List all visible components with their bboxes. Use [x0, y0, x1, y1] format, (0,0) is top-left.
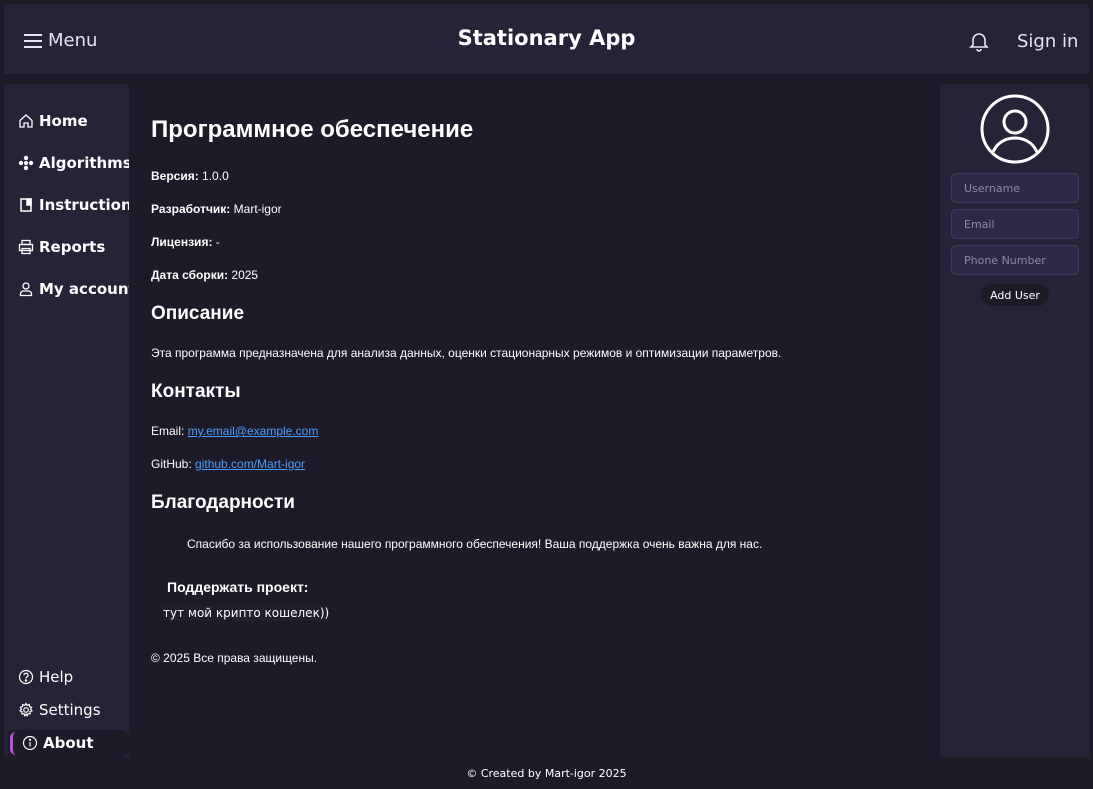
support-title: Поддержать проект:	[167, 579, 309, 595]
github-link[interactable]: github.com/Mart-igor	[195, 457, 305, 471]
build-date-label: Дата сборки:	[151, 268, 229, 282]
build-date-row: Дата сборки: 2025	[151, 268, 258, 282]
sidebar-item-label: Help	[39, 668, 74, 686]
copyright-text: © 2025 Все права защищены.	[151, 651, 318, 665]
description-heading: Описание	[151, 303, 245, 324]
sidebar-item-home[interactable]: Home	[18, 112, 88, 130]
sidebar-item-algorithms[interactable]: Algorithms	[18, 154, 129, 172]
thanks-text: Спасибо за использование нашего программ…	[187, 537, 763, 551]
sidebar-item-label: Reports	[39, 238, 106, 256]
bell-icon	[969, 33, 989, 52]
github-row: GitHub: github.com/Mart-igor	[151, 457, 305, 471]
app-title: Stationary App	[457, 26, 636, 50]
contacts-heading: Контакты	[151, 381, 241, 402]
book-icon	[20, 198, 32, 212]
version-value: 1.0.0	[198, 169, 229, 183]
username-input[interactable]	[951, 173, 1079, 203]
version-label: Версия:	[151, 169, 199, 183]
build-date-value: 2025	[228, 268, 259, 282]
sidebar-item-label: Algorithms	[39, 154, 129, 172]
license-row: Лицензия: -	[151, 235, 220, 249]
thanks-heading: Благодарности	[151, 492, 295, 513]
developer-label: Разработчик:	[151, 202, 231, 216]
sidebar-item-label: About	[43, 734, 94, 752]
support-text: тут мой крипто кошелек))	[163, 605, 330, 621]
app-header: Menu Stationary App Sign in	[4, 4, 1089, 74]
sidebar-item-my-account[interactable]: My account	[18, 280, 129, 298]
footer-text: © Created by Mart-igor 2025	[466, 767, 627, 780]
sidebar-item-label: My account	[39, 280, 129, 298]
sidebar-item-help[interactable]: Help	[18, 668, 73, 686]
avatar-icon	[980, 94, 1050, 164]
license-label: Лицензия:	[151, 235, 213, 249]
sign-in-button[interactable]: Sign in	[1017, 31, 1078, 52]
sidebar-item-settings[interactable]: Settings	[18, 701, 101, 719]
github-label: GitHub:	[151, 457, 196, 471]
license-value: -	[212, 235, 220, 249]
email-row: Email: my.email@example.com	[151, 424, 318, 438]
snowflake-icon	[18, 155, 34, 171]
sidebar-item-label: Settings	[39, 701, 101, 719]
sidebar-item-label: Instructions	[39, 196, 129, 214]
active-indicator	[10, 732, 16, 755]
info-icon	[22, 735, 38, 751]
about-content: Программное обеспечение Версия: 1.0.0 Ра…	[129, 94, 939, 757]
sidebar-item-about[interactable]: About	[8, 730, 129, 757]
add-user-button[interactable]: Add User	[981, 284, 1049, 306]
phone-input[interactable]	[951, 245, 1079, 275]
email-input[interactable]	[951, 209, 1079, 239]
developer-row: Разработчик: Mart-igor	[151, 202, 282, 216]
description-text: Эта программа предназначена для анализа …	[151, 346, 782, 360]
email-label: Email:	[151, 424, 188, 438]
question-icon	[18, 669, 34, 685]
home-icon	[19, 114, 33, 128]
notification-button[interactable]	[967, 29, 991, 57]
printer-icon	[18, 239, 34, 255]
version-row: Версия: 1.0.0	[151, 169, 229, 183]
gear-icon	[19, 702, 33, 717]
page-title: Программное обеспечение	[151, 116, 474, 143]
sidebar-item-reports[interactable]: Reports	[18, 238, 105, 256]
user-panel: Add User	[940, 84, 1089, 757]
sidebar: Home Algorithms Instructions Reports	[4, 84, 129, 757]
developer-value: Mart-igor	[230, 202, 282, 216]
email-link[interactable]: my.email@example.com	[188, 424, 319, 438]
user-icon	[19, 282, 33, 297]
sidebar-item-instructions[interactable]: Instructions	[18, 196, 129, 214]
sidebar-item-label: Home	[39, 112, 88, 130]
